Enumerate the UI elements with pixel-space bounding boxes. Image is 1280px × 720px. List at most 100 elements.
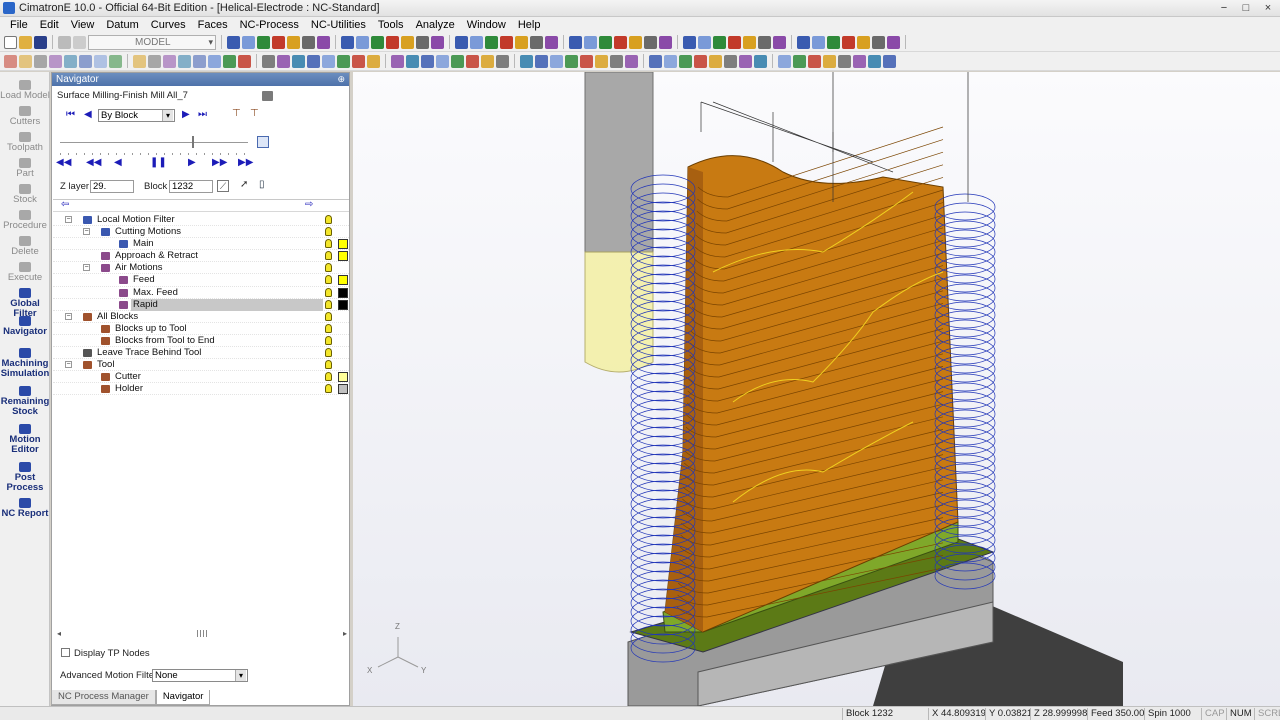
toolbar-tool-icon[interactable] xyxy=(545,35,558,49)
forward-icon[interactable]: ▶▶ xyxy=(212,157,227,168)
tree-row[interactable]: − Tool xyxy=(53,359,349,372)
nc-guide-load-model[interactable]: Load Model xyxy=(0,80,50,101)
graphics-viewport[interactable]: Z X Y xyxy=(353,72,1280,706)
toolbar-tool-icon[interactable] xyxy=(724,54,737,68)
toolbar-tool-icon[interactable] xyxy=(565,54,578,68)
toolbar-tool-icon[interactable] xyxy=(868,54,881,68)
visibility-bulb-icon[interactable] xyxy=(325,239,332,249)
toolbar-tool-icon[interactable] xyxy=(584,35,597,49)
color-swatch[interactable] xyxy=(338,299,348,310)
tree-row[interactable]: − All Blocks xyxy=(53,311,349,323)
tree-node-label[interactable]: Leave Trace Behind Tool xyxy=(95,347,203,359)
toolbar-tool-icon[interactable] xyxy=(356,35,369,49)
toolbar-tool-icon[interactable] xyxy=(683,35,696,49)
menu-file[interactable]: File xyxy=(4,19,34,31)
color-swatch[interactable] xyxy=(338,287,348,298)
tree-expander-icon[interactable]: − xyxy=(83,228,90,236)
menu-faces[interactable]: Faces xyxy=(192,19,234,31)
pause-icon[interactable]: ❚❚ xyxy=(150,157,167,168)
menu-tools[interactable]: Tools xyxy=(372,19,410,31)
nc-guide-procedure[interactable]: Procedure xyxy=(0,210,50,231)
pick-cursor-icon[interactable]: ➚ xyxy=(240,179,248,190)
toolbar-tool-icon[interactable] xyxy=(614,35,627,49)
toolbar-tool-icon[interactable] xyxy=(793,54,806,68)
scroll-right-icon[interactable]: ▸ xyxy=(343,629,347,638)
visibility-bulb-icon[interactable] xyxy=(325,323,332,333)
toolbar-tool-icon[interactable] xyxy=(743,35,756,49)
toolbar-tool-icon[interactable] xyxy=(148,54,161,68)
model-tree-icon[interactable] xyxy=(58,35,71,49)
toolbar-tool-icon[interactable] xyxy=(302,35,315,49)
menu-view[interactable]: View xyxy=(65,19,101,31)
toolbar-tool-icon[interactable] xyxy=(550,54,563,68)
visibility-bulb-icon[interactable] xyxy=(325,263,332,273)
toolbar-tool-icon[interactable] xyxy=(307,54,320,68)
tree-node-label[interactable]: Blocks from Tool to End xyxy=(113,335,217,347)
toolbar-tool-icon[interactable] xyxy=(853,54,866,68)
toolbar-tool-icon[interactable] xyxy=(371,35,384,49)
tree-node-label[interactable]: All Blocks xyxy=(95,311,140,323)
tree-node-label[interactable]: Blocks up to Tool xyxy=(113,323,189,335)
toolbar-tool-icon[interactable] xyxy=(287,35,300,49)
color-swatch[interactable] xyxy=(338,239,348,250)
tree-node-label[interactable]: Feed xyxy=(131,274,157,286)
toolbar-tool-icon[interactable] xyxy=(754,54,767,68)
nc-guide-navigator[interactable]: Navigator xyxy=(0,316,50,337)
scroll-thumb[interactable] xyxy=(197,630,209,637)
first-block-icon[interactable]: ⏮ xyxy=(66,109,75,120)
tree-expander-icon[interactable]: − xyxy=(83,264,90,272)
toolbar-tool-icon[interactable] xyxy=(827,35,840,49)
toolbar-tool-icon[interactable] xyxy=(773,35,786,49)
clear-icon[interactable]: ⟋ xyxy=(217,180,229,192)
tree-row[interactable]: Rapid xyxy=(53,298,349,311)
block-input[interactable]: 1232 xyxy=(169,180,213,193)
color-swatch[interactable] xyxy=(338,275,348,286)
scroll-left-icon[interactable]: ◂ xyxy=(57,629,61,638)
toolbar-tool-icon[interactable] xyxy=(481,54,494,68)
toolbar-tool-icon[interactable] xyxy=(401,35,414,49)
toolbar-tool-icon[interactable] xyxy=(713,35,726,49)
tree-row[interactable]: Feed xyxy=(53,274,349,287)
toolbar-tool-icon[interactable] xyxy=(208,54,221,68)
toolbar-tool-icon[interactable] xyxy=(808,54,821,68)
menu-curves[interactable]: Curves xyxy=(145,19,192,31)
toolbar-tool-icon[interactable] xyxy=(709,54,722,68)
toolbar-tool-icon[interactable] xyxy=(367,54,380,68)
toolbar-tool-icon[interactable] xyxy=(664,54,677,68)
tool-holder-icon[interactable]: ▯ xyxy=(259,179,265,190)
tree-node-label[interactable]: Cutter xyxy=(113,371,143,383)
tree-node-label[interactable]: Approach & Retract xyxy=(113,250,200,262)
menu-datum[interactable]: Datum xyxy=(100,19,144,31)
nc-guide-motion-editor[interactable]: Motion Editor xyxy=(0,424,50,455)
nc-guide-toolpath[interactable]: Toolpath xyxy=(0,132,50,153)
toolbar-tool-icon[interactable] xyxy=(455,35,468,49)
toolbar-tool-icon[interactable] xyxy=(4,54,17,68)
tree-row[interactable]: Max. Feed xyxy=(53,287,349,299)
toolbar-tool-icon[interactable] xyxy=(625,54,638,68)
tool-back-icon[interactable]: ⊤ xyxy=(232,108,241,119)
nc-guide-post-process[interactable]: Post Process xyxy=(0,462,50,493)
tree-expander-icon[interactable]: − xyxy=(65,361,72,369)
toolbar-tool-icon[interactable] xyxy=(292,54,305,68)
toolbar-tool-icon[interactable] xyxy=(242,35,255,49)
toolbar-tool-icon[interactable] xyxy=(644,35,657,49)
tree-expander-icon[interactable]: − xyxy=(65,216,72,223)
toolbar-tool-icon[interactable] xyxy=(277,54,290,68)
collapse-arrow-icon[interactable]: ⇦ xyxy=(61,199,69,210)
step-forward-icon[interactable]: ▶ xyxy=(188,157,196,168)
toolbar-tool-icon[interactable] xyxy=(133,54,146,68)
visibility-bulb-icon[interactable] xyxy=(325,299,332,309)
tree-node-label[interactable]: Rapid xyxy=(131,298,323,311)
tree-node-label[interactable]: Tool xyxy=(95,359,116,371)
tree-row[interactable]: Blocks up to Tool xyxy=(53,323,349,335)
tree-row[interactable]: Leave Trace Behind Tool xyxy=(53,347,349,360)
toolbar-tool-icon[interactable] xyxy=(872,35,885,49)
toolbar-tool-icon[interactable] xyxy=(64,54,77,68)
toolbar-tool-icon[interactable] xyxy=(193,54,206,68)
toolbar-tool-icon[interactable] xyxy=(515,35,528,49)
tree-row[interactable]: Blocks from Tool to End xyxy=(53,335,349,348)
slider-options-icon[interactable] xyxy=(257,136,269,148)
toolbar-tool-icon[interactable] xyxy=(421,54,434,68)
toolbar-tool-icon[interactable] xyxy=(79,54,92,68)
prev-block-icon[interactable]: ◀ xyxy=(84,109,92,120)
